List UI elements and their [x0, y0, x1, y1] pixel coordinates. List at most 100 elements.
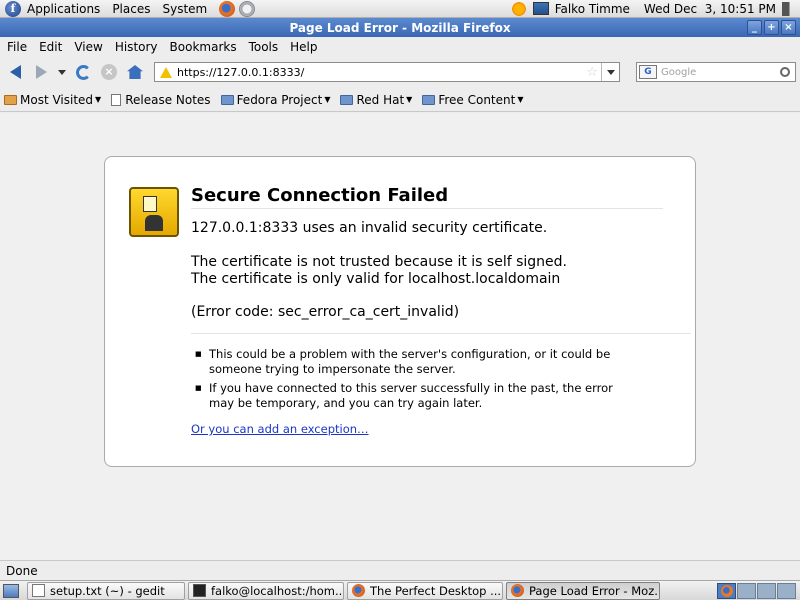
list-item: This could be a problem with the server'… — [195, 347, 637, 377]
window-controls: _ + × — [747, 20, 796, 35]
task-firefox-error[interactable]: Page Load Error - Moz... — [506, 581, 660, 600]
chevron-down-icon — [606, 69, 615, 75]
home-button[interactable] — [124, 61, 146, 83]
fedora-logo-icon[interactable]: f — [5, 0, 21, 17]
chevron-down-icon: ▼ — [517, 95, 524, 104]
folder-icon — [4, 94, 17, 105]
bookmark-fedora-project[interactable]: Fedora Project ▼ — [220, 92, 331, 107]
error-line-1: 127.0.0.1:8333 uses an invalid security … — [191, 220, 548, 236]
window-titlebar[interactable]: Page Load Error - Mozilla Firefox _ + × — [0, 18, 800, 37]
show-desktop-icon[interactable] — [3, 583, 19, 598]
menu-file[interactable]: File — [3, 40, 31, 54]
folder-icon — [220, 94, 234, 105]
task-firefox-desktop[interactable]: The Perfect Desktop ... — [347, 581, 503, 600]
bookmark-label: Free Content — [438, 92, 516, 107]
window-title: Page Load Error - Mozilla Firefox — [289, 20, 511, 35]
panel-clock[interactable]: Wed Dec 3, 10:51 PM — [644, 2, 776, 16]
menu-tools[interactable]: Tools — [245, 40, 283, 54]
workspace-3[interactable] — [757, 582, 776, 599]
search-input[interactable]: Google — [661, 67, 780, 78]
forward-button[interactable] — [30, 61, 52, 83]
firefox-icon — [721, 584, 733, 597]
bookmark-star-icon[interactable]: ☆ — [586, 65, 598, 80]
workspace-1[interactable] — [717, 582, 736, 599]
list-item: If you have connected to this server suc… — [195, 381, 637, 411]
history-dropdown-button[interactable] — [56, 61, 68, 83]
error-bullets: This could be a problem with the server'… — [195, 347, 637, 415]
task-label: Page Load Error - Moz... — [529, 583, 660, 598]
user-name[interactable]: Falko Timme — [555, 2, 630, 16]
task-terminal[interactable]: falko@localhost:/hom... — [188, 581, 344, 600]
home-icon — [127, 65, 143, 79]
error-line-3: The certificate is only valid for localh… — [191, 271, 561, 287]
chevron-down-icon: ▼ — [406, 95, 413, 104]
bookmark-most-visited[interactable]: Most Visited ▼ — [4, 93, 101, 107]
minimize-button[interactable]: _ — [747, 20, 762, 35]
folder-icon — [422, 94, 436, 105]
forward-arrow-icon — [35, 65, 47, 79]
firefox-icon — [511, 584, 524, 597]
weather-icon[interactable] — [510, 0, 527, 17]
bookmark-release-notes[interactable]: Release Notes — [111, 92, 211, 107]
error-title: Secure Connection Failed — [191, 185, 449, 206]
workspace-2[interactable] — [737, 582, 756, 599]
url-bar[interactable]: https://127.0.0.1:8333/ ☆ — [154, 62, 620, 82]
system-menu[interactable]: System — [162, 2, 207, 16]
bookmark-label: Release Notes — [125, 92, 211, 107]
error-code: (Error code: sec_error_ca_cert_invalid) — [191, 304, 460, 320]
navigation-toolbar: × https://127.0.0.1:8333/ ☆ G Google — [0, 58, 800, 86]
chevron-down-icon: ▼ — [324, 95, 331, 104]
bookmark-label: Fedora Project — [236, 92, 323, 107]
bookmark-red-hat[interactable]: Red Hat ▼ — [340, 93, 412, 107]
task-label: The Perfect Desktop ... — [370, 583, 502, 598]
back-button[interactable] — [4, 61, 26, 83]
divider — [191, 208, 663, 209]
firefox-launcher-icon[interactable] — [219, 0, 236, 17]
places-menu[interactable]: Places — [112, 2, 150, 16]
status-text: Done — [6, 563, 38, 578]
close-button[interactable]: × — [781, 20, 796, 35]
menu-bookmarks[interactable]: Bookmarks — [166, 40, 241, 54]
search-engine-icon[interactable]: G — [639, 65, 657, 79]
bookmark-free-content[interactable]: Free Content ▼ — [422, 92, 524, 107]
volume-icon[interactable] — [782, 1, 796, 16]
url-dropdown-button[interactable] — [601, 63, 619, 81]
task-gedit[interactable]: setup.txt (~) - gedit — [27, 581, 185, 600]
menu-edit[interactable]: Edit — [35, 40, 66, 54]
mail-launcher-icon[interactable] — [239, 0, 256, 17]
reload-button[interactable] — [72, 61, 94, 83]
gedit-icon — [32, 584, 45, 597]
terminal-icon — [193, 584, 206, 597]
firefox-icon — [352, 584, 365, 597]
reload-icon — [75, 64, 91, 80]
menu-bar: File Edit View History Bookmarks Tools H… — [0, 37, 800, 57]
workspace-4[interactable] — [777, 582, 796, 599]
search-icon[interactable] — [780, 67, 790, 77]
url-text[interactable]: https://127.0.0.1:8333/ — [177, 66, 586, 79]
network-monitor-icon[interactable] — [532, 2, 549, 15]
chevron-down-icon: ▼ — [95, 95, 102, 104]
task-label: falko@localhost:/hom... — [211, 583, 344, 598]
bookmarks-toolbar: Most Visited ▼ Release Notes Fedora Proj… — [0, 88, 800, 112]
back-arrow-icon — [9, 65, 21, 79]
certificate-error-icon — [129, 187, 179, 237]
bookmark-label: Most Visited — [20, 92, 94, 107]
search-bar[interactable]: G Google — [636, 62, 796, 82]
error-line-2: The certificate is not trusted because i… — [191, 254, 567, 270]
menu-view[interactable]: View — [70, 40, 106, 54]
menu-history[interactable]: History — [111, 40, 162, 54]
folder-icon — [340, 94, 354, 105]
status-bar: Done — [0, 560, 800, 580]
panel-tray: Falko Timme Wed Dec 3, 10:51 PM — [510, 0, 800, 17]
stop-button[interactable]: × — [98, 61, 120, 83]
warning-icon — [160, 66, 172, 78]
page-content: Secure Connection Failed 127.0.0.1:8333 … — [0, 113, 800, 560]
maximize-button[interactable]: + — [764, 20, 779, 35]
bookmark-label: Red Hat — [356, 92, 405, 107]
top-panel: f Applications Places System Falko Timme… — [0, 0, 800, 18]
applications-menu[interactable]: Applications — [27, 2, 100, 16]
stop-icon: × — [101, 64, 117, 80]
chevron-down-icon — [58, 69, 66, 75]
menu-help[interactable]: Help — [286, 40, 321, 54]
add-exception-link[interactable]: Or you can add an exception… — [191, 422, 369, 436]
